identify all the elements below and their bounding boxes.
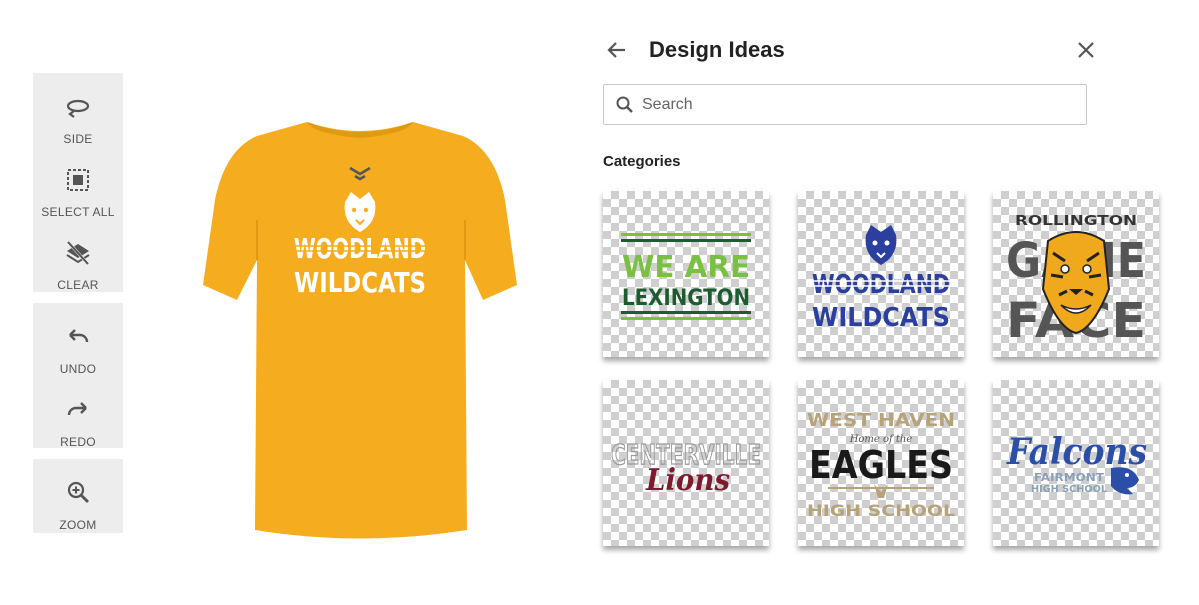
design-card-centerville[interactable]: CENTERVILLE Lions: [603, 380, 769, 546]
lexington-line2: LEXINGTON: [622, 286, 750, 311]
design-card-lexington[interactable]: WE ARE LEXINGTON: [603, 191, 769, 357]
lexington-design-image: WE ARE LEXINGTON: [621, 233, 751, 320]
westhaven-design-image: WEST HAVEN Home of the EAGLES HIGH SCHOO…: [807, 410, 955, 520]
search-box[interactable]: [603, 84, 1087, 125]
design-card-fairmont[interactable]: Falcons FAIRMONT HIGH SCHOOL: [993, 380, 1159, 546]
rotate-side-icon: [66, 99, 90, 118]
rollington-design-image: ROLLINGTON GAME FACE: [1006, 214, 1146, 349]
undo-label: UNDO: [59, 362, 97, 376]
fairmont-line3: HIGH SCHOOL: [1031, 484, 1108, 495]
select-all-button[interactable]: SELECT ALL: [33, 160, 123, 220]
centerville-design-image: CENTERVILLE Lions: [610, 437, 761, 498]
undo-icon: [69, 329, 89, 343]
rollington-line1: ROLLINGTON: [1015, 214, 1137, 229]
clear-label: CLEAR: [57, 278, 99, 292]
westhaven-line3: EAGLES: [809, 443, 953, 487]
zoom-in-icon: [67, 481, 89, 503]
zoom-label: ZOOM: [59, 518, 97, 532]
design-card-rollington[interactable]: ROLLINGTON GAME FACE: [993, 191, 1159, 357]
fairmont-design-image: Falcons FAIRMONT HIGH SCHOOL: [1006, 431, 1147, 495]
centerville-line2: Lions: [645, 463, 730, 498]
wildcats-line1: WOODLAND: [812, 270, 950, 300]
clear-layers-icon: [66, 240, 90, 266]
wildcats-design-image: WOODLAND WILDCATS: [812, 225, 950, 333]
shirt-design-line2: WILDCATS: [294, 266, 426, 299]
westhaven-line4: HIGH SCHOOL: [807, 501, 955, 520]
shirt-design-line1: WOODLAND: [294, 232, 426, 265]
side-button[interactable]: SIDE: [33, 87, 123, 147]
design-card-westhaven[interactable]: WEST HAVEN Home of the EAGLES HIGH SCHOO…: [798, 380, 964, 546]
wildcat-mascot-icon: [865, 225, 897, 265]
zoom-button[interactable]: ZOOM: [33, 473, 123, 533]
toolbar-group-history: UNDO REDO: [33, 303, 123, 450]
redo-button[interactable]: REDO: [33, 390, 123, 450]
fairmont-line2: FAIRMONT: [1034, 471, 1105, 484]
clear-button[interactable]: CLEAR: [33, 233, 123, 293]
redo-icon: [67, 402, 87, 416]
panel-title: Design Ideas: [649, 37, 785, 62]
side-label: SIDE: [63, 132, 93, 146]
design-card-wildcats[interactable]: WOODLAND WILDCATS: [798, 191, 964, 357]
panel-header: Design Ideas: [603, 30, 1098, 70]
back-arrow-icon[interactable]: [603, 36, 631, 64]
toolbar-group-view: ZOOM: [33, 459, 123, 533]
tshirt-preview[interactable]: WOODLAND WILDCATS: [195, 100, 525, 545]
redo-label: REDO: [60, 435, 96, 449]
select-all-label: SELECT ALL: [41, 205, 115, 219]
westhaven-line1: WEST HAVEN: [807, 410, 955, 431]
lexington-line1: WE ARE: [622, 250, 750, 285]
wildcats-line2: WILDCATS: [812, 303, 950, 333]
search-icon: [616, 96, 633, 113]
categories-heading: Categories: [603, 153, 681, 170]
toolbar-group-selection: SIDE SELECT ALL CLEAR: [33, 73, 123, 292]
fairmont-line1: Falcons: [1006, 431, 1147, 473]
search-input[interactable]: [642, 91, 1072, 119]
tshirt-image: WOODLAND WILDCATS: [203, 122, 517, 539]
select-all-icon: [67, 169, 89, 191]
close-icon[interactable]: [1074, 38, 1098, 62]
undo-button[interactable]: UNDO: [33, 317, 123, 377]
